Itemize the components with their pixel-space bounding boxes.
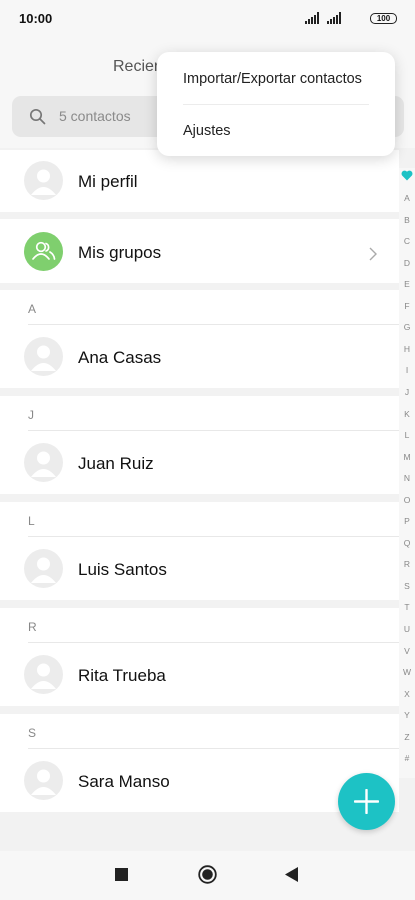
navigation-bar <box>0 851 415 900</box>
index-letter[interactable]: G <box>399 322 415 332</box>
avatar <box>24 443 63 482</box>
index-letter[interactable]: Q <box>399 538 415 548</box>
index-letter[interactable]: O <box>399 495 415 505</box>
divider <box>28 642 399 643</box>
groups-icon <box>24 232 63 271</box>
index-letter[interactable]: S <box>399 581 415 591</box>
index-letter[interactable]: X <box>399 689 415 699</box>
index-letter[interactable]: D <box>399 258 415 268</box>
divider <box>28 430 399 431</box>
search-placeholder: 5 contactos <box>59 108 131 124</box>
index-letter[interactable]: P <box>399 516 415 526</box>
avatar <box>24 161 63 200</box>
index-letter[interactable]: # <box>399 753 415 763</box>
status-time: 10:00 <box>19 11 53 26</box>
tab-recent[interactable]: Recier <box>113 58 159 76</box>
signal-icon <box>305 12 319 24</box>
index-letter[interactable]: Z <box>399 732 415 742</box>
section-letter: A <box>28 302 37 316</box>
back-triangle-icon[interactable] <box>285 867 299 882</box>
index-letter[interactable]: C <box>399 236 415 246</box>
my-profile-label: Mi perfil <box>78 172 138 191</box>
section-letter: S <box>28 726 37 740</box>
divider <box>28 536 399 537</box>
chevron-right-icon <box>369 247 377 261</box>
my-groups-row[interactable]: Mis grupos <box>0 219 399 283</box>
index-letter[interactable]: J <box>399 387 415 397</box>
avatar <box>24 549 63 588</box>
search-icon <box>29 108 46 125</box>
recents-square-icon[interactable] <box>115 868 128 881</box>
avatar <box>24 655 63 694</box>
avatar <box>24 761 63 800</box>
index-letter[interactable]: A <box>399 193 415 203</box>
home-circle-icon[interactable] <box>198 865 217 884</box>
my-groups-label: Mis grupos <box>78 243 162 262</box>
menu-divider <box>183 104 369 105</box>
contact-name[interactable]: Sara Manso <box>78 772 170 792</box>
avatar <box>24 337 63 376</box>
status-bar: 10:00 100 <box>0 0 415 38</box>
index-letter[interactable]: V <box>399 646 415 656</box>
menu-item-import-export[interactable]: Importar/Exportar contactos <box>183 71 362 87</box>
index-letter[interactable]: F <box>399 301 415 311</box>
contact-section: R Rita Trueba <box>0 608 399 706</box>
index-letter[interactable]: W <box>399 667 415 677</box>
menu-item-settings[interactable]: Ajustes <box>183 123 231 139</box>
index-letter[interactable]: T <box>399 602 415 612</box>
section-letter: R <box>28 620 37 634</box>
index-letter[interactable]: I <box>399 365 415 375</box>
index-letter[interactable]: K <box>399 409 415 419</box>
index-letter[interactable]: N <box>399 473 415 483</box>
divider <box>28 748 399 749</box>
contact-section: A Ana Casas <box>0 290 399 388</box>
plus-icon <box>354 789 379 814</box>
contact-name[interactable]: Luis Santos <box>78 560 167 580</box>
index-letter[interactable]: H <box>399 344 415 354</box>
index-letter[interactable]: E <box>399 279 415 289</box>
signal-icon <box>327 12 341 24</box>
contact-section: L Luis Santos <box>0 502 399 600</box>
battery-icon: 100 <box>370 13 397 24</box>
index-letter[interactable]: M <box>399 452 415 462</box>
contact-name[interactable]: Juan Ruiz <box>78 454 154 474</box>
index-letter[interactable]: U <box>399 624 415 634</box>
contact-name[interactable]: Ana Casas <box>78 348 161 368</box>
add-contact-button[interactable] <box>338 773 395 830</box>
contact-section: J Juan Ruiz <box>0 396 399 494</box>
index-letter[interactable]: Y <box>399 710 415 720</box>
divider <box>28 324 399 325</box>
contact-name[interactable]: Rita Trueba <box>78 666 166 686</box>
favorites-heart-icon[interactable] <box>401 170 413 181</box>
section-letter: J <box>28 408 34 422</box>
index-letter[interactable]: B <box>399 215 415 225</box>
my-profile-row[interactable]: Mi perfil <box>0 150 399 212</box>
section-letter: L <box>28 514 35 528</box>
index-letter[interactable]: R <box>399 559 415 569</box>
overflow-menu: Importar/Exportar contactos Ajustes <box>157 52 395 156</box>
index-letter[interactable]: L <box>399 430 415 440</box>
